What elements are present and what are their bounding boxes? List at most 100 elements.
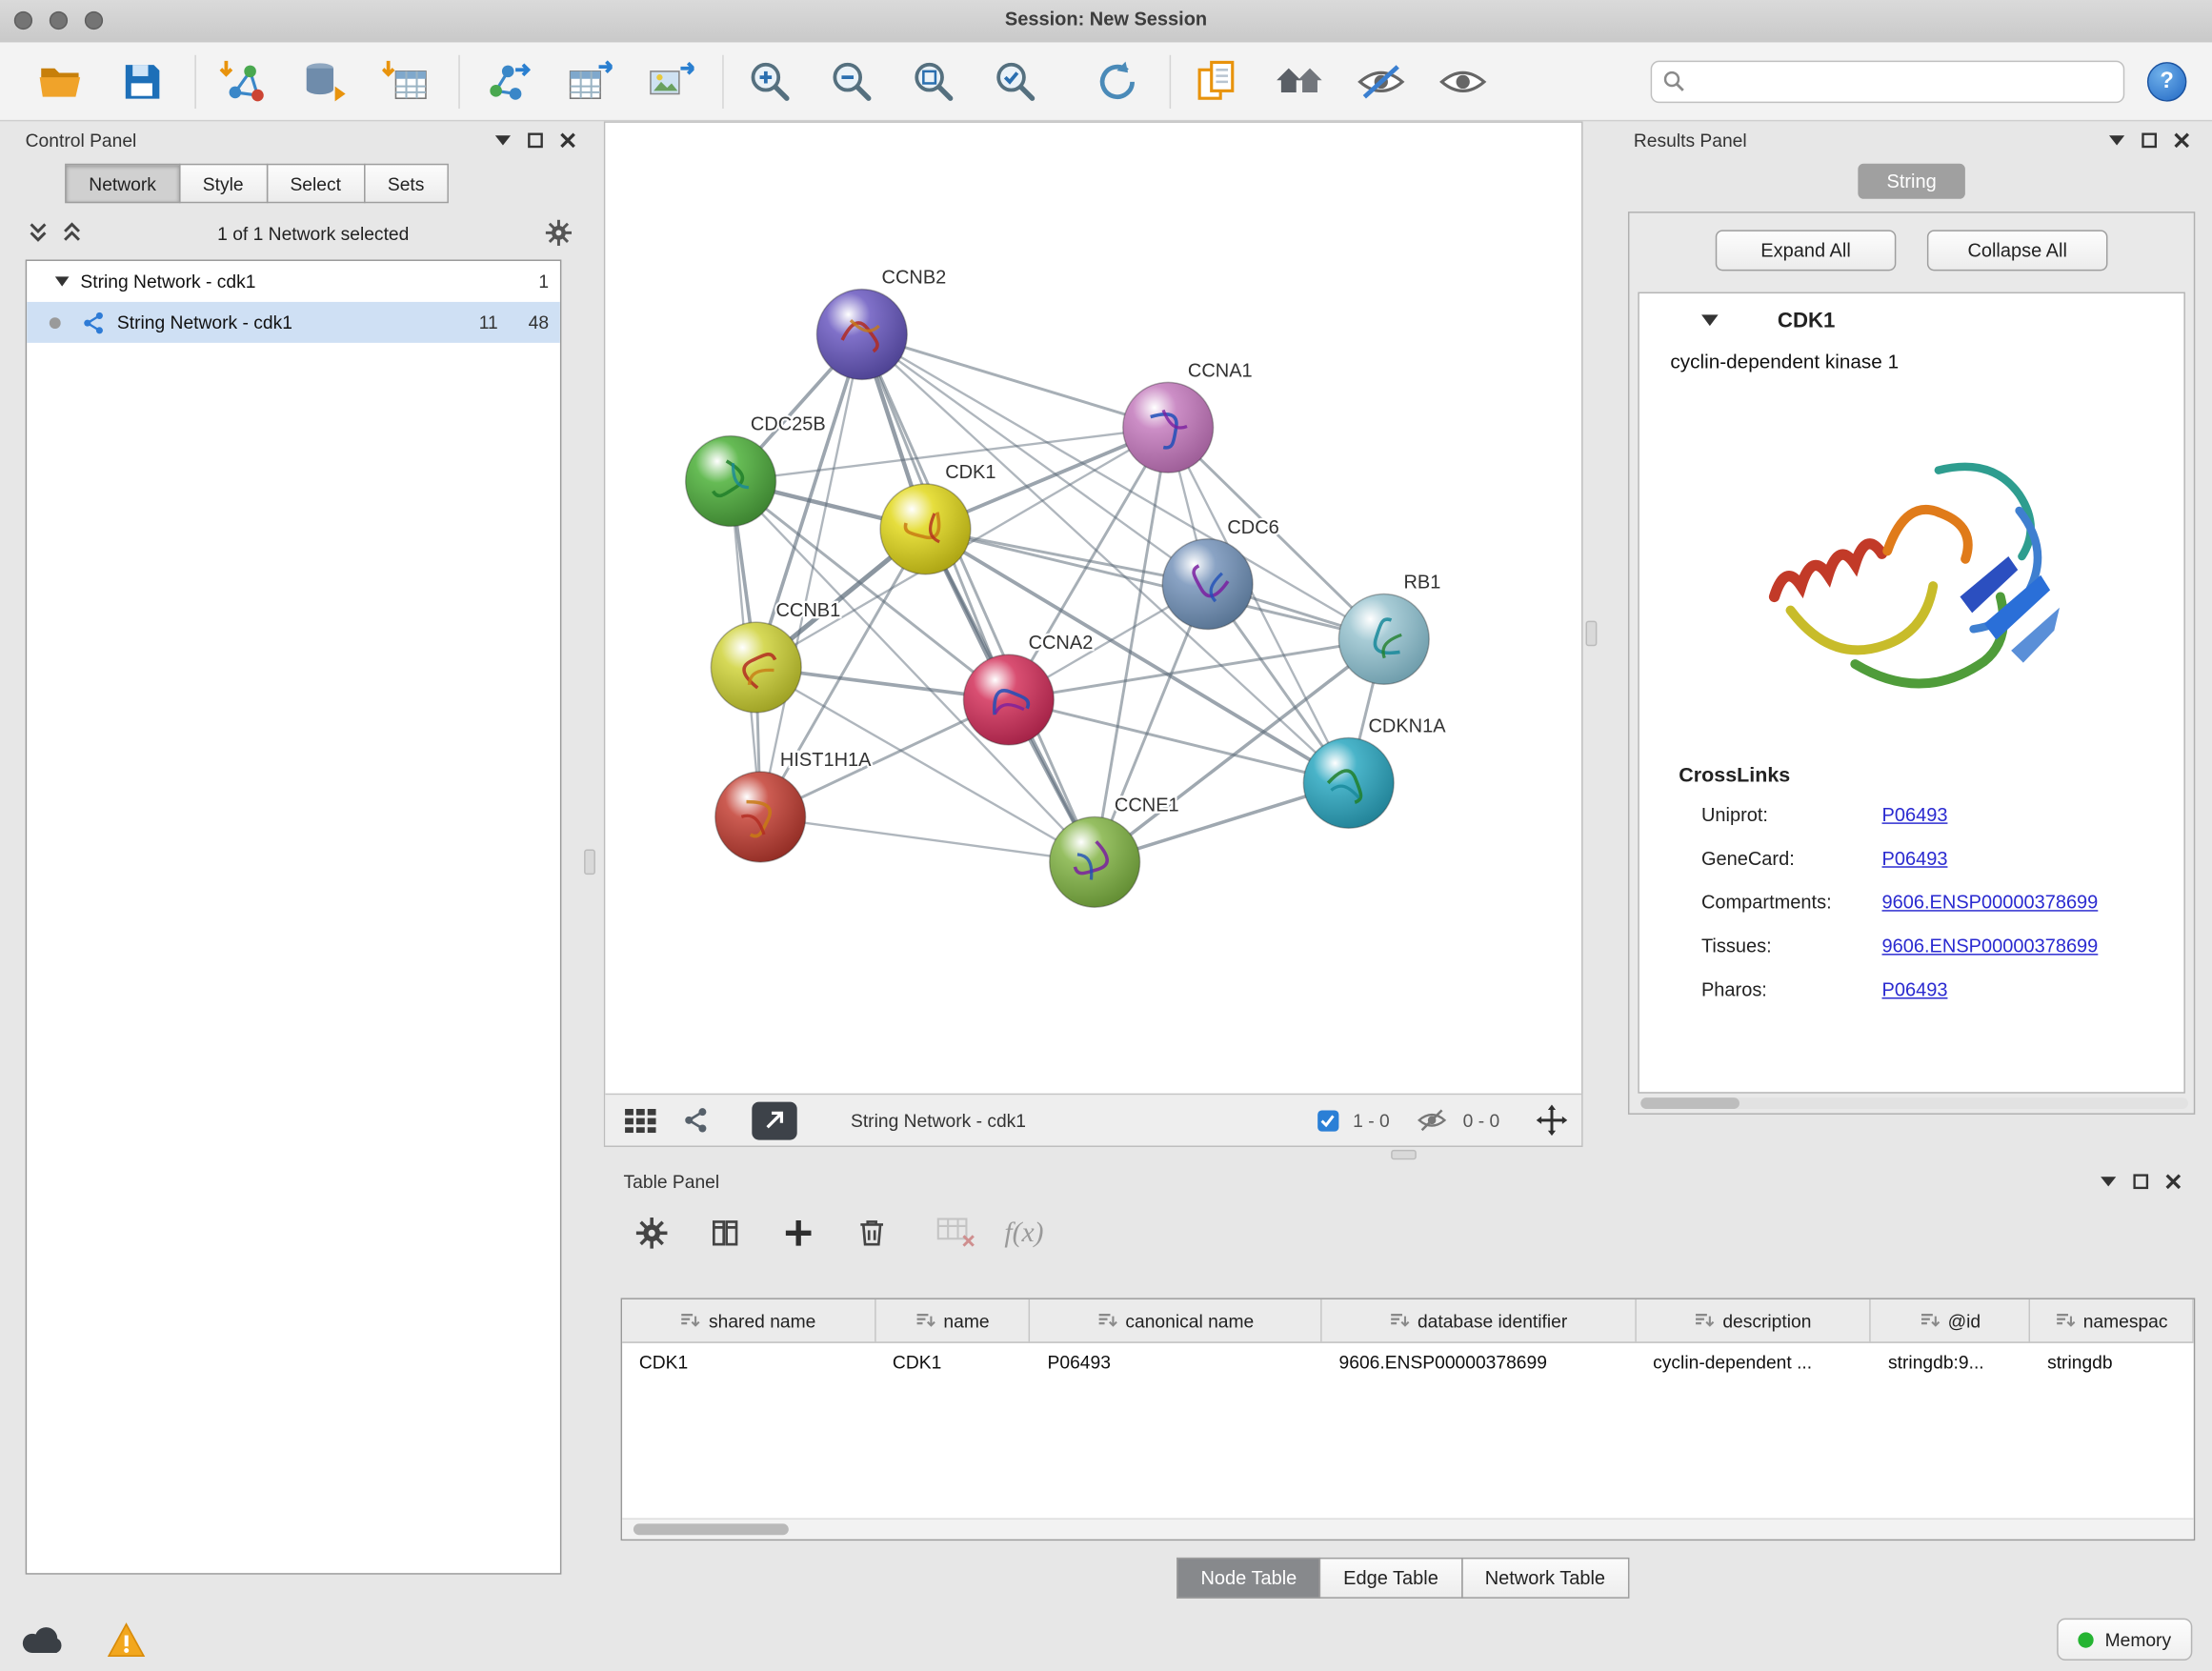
network-node-CCNB2[interactable]: CCNB2 (816, 268, 946, 380)
tab-string-results[interactable]: String (1859, 164, 1964, 199)
table-row[interactable]: CDK1CDK1P064939606.ENSP00000378699cyclin… (622, 1343, 2194, 1381)
table-horizontal-scrollbar[interactable] (622, 1518, 2194, 1539)
network-edge[interactable] (862, 334, 1168, 428)
show-all-button[interactable] (1431, 49, 1496, 113)
collapse-all-button[interactable]: Collapse All (1927, 230, 2108, 271)
network-node-HIST1H1A[interactable]: HIST1H1A (715, 750, 872, 862)
selected-items-checkbox[interactable] (1317, 1110, 1338, 1131)
column-header[interactable]: description (1636, 1299, 1871, 1341)
table-cell[interactable]: 9606.ENSP00000378699 (1322, 1343, 1637, 1381)
column-header[interactable]: namespac (2030, 1299, 2193, 1341)
import-network-from-file-button[interactable] (211, 49, 275, 113)
network-edge[interactable] (760, 334, 862, 816)
network-options-gear-icon[interactable] (545, 219, 573, 248)
show-columns-button[interactable] (700, 1208, 751, 1258)
titlebar: Session: New Session (0, 0, 2212, 44)
zoom-selected-button[interactable] (983, 49, 1048, 113)
hide-selected-button[interactable] (1349, 49, 1414, 113)
table-cell[interactable]: stringdb:9... (1871, 1343, 2030, 1381)
export-table-button[interactable] (555, 49, 620, 113)
panel-menu-icon[interactable] (2109, 134, 2124, 144)
close-panel-icon[interactable] (2165, 1173, 2181, 1188)
table-cell[interactable]: cyclin-dependent ... (1636, 1343, 1871, 1381)
column-header[interactable]: shared name (622, 1299, 875, 1341)
crosslink-link[interactable]: P06493 (1882, 848, 1948, 869)
birds-eye-view-button[interactable] (619, 1100, 661, 1139)
network-view[interactable]: CCNB2CCNA1CDC25BCDK1CDC6RB1CCNB1CCNA2CDK… (604, 121, 1583, 1147)
search-input[interactable] (1693, 70, 2112, 93)
tree-expander-icon[interactable] (55, 276, 70, 286)
table-cell[interactable]: stringdb (2030, 1343, 2193, 1381)
help-button[interactable]: ? (2147, 61, 2186, 100)
export-network-button[interactable] (474, 49, 539, 113)
tab-network[interactable]: Network (65, 164, 180, 203)
float-panel-icon[interactable] (2133, 1173, 2148, 1188)
table-cell[interactable]: CDK1 (875, 1343, 1031, 1381)
column-header[interactable]: canonical name (1031, 1299, 1322, 1341)
network-node-CDKN1A[interactable]: CDKN1A (1303, 716, 1446, 829)
splitter-handle[interactable] (1391, 1150, 1417, 1159)
network-row[interactable]: String Network - cdk1 11 48 (27, 302, 560, 343)
search-field[interactable] (1651, 60, 2125, 102)
network-node-RB1[interactable]: RB1 (1338, 573, 1440, 685)
network-options-button[interactable] (675, 1100, 717, 1139)
expand-all-networks-icon[interactable] (29, 222, 49, 245)
detach-view-button[interactable] (752, 1101, 796, 1139)
graphics-details-button[interactable] (1267, 49, 1332, 113)
float-panel-icon[interactable] (528, 131, 543, 147)
float-panel-icon[interactable] (2142, 131, 2157, 147)
tab-network-table[interactable]: Network Table (1461, 1558, 1630, 1599)
scrollbar-thumb[interactable] (1640, 1097, 1739, 1109)
expand-all-button[interactable]: Expand All (1716, 230, 1897, 271)
cloud-icon[interactable] (20, 1623, 68, 1656)
network-edge[interactable] (760, 816, 1095, 861)
network-node-CDK1[interactable]: CDK1 (880, 462, 995, 574)
tab-select[interactable]: Select (266, 164, 365, 203)
collapse-all-networks-icon[interactable] (62, 222, 82, 245)
zoom-out-button[interactable] (819, 49, 884, 113)
close-panel-icon[interactable] (2174, 131, 2189, 147)
warning-icon[interactable] (108, 1621, 146, 1657)
export-image-button[interactable] (637, 49, 702, 113)
function-builder-button[interactable]: f(x) (1004, 1217, 1043, 1249)
table-settings-button[interactable] (627, 1208, 677, 1258)
crosslink-link[interactable]: P06493 (1882, 979, 1948, 1000)
column-header[interactable]: @id (1871, 1299, 2030, 1341)
network-node-CCNB1[interactable]: CCNB1 (711, 600, 840, 713)
network-edge[interactable] (862, 334, 1095, 862)
zoom-in-button[interactable] (738, 49, 803, 113)
panel-menu-icon[interactable] (2101, 1176, 2116, 1185)
section-collapse-icon[interactable] (1701, 314, 1719, 326)
crosslink-link[interactable]: P06493 (1882, 804, 1948, 825)
refresh-view-button[interactable] (1085, 49, 1150, 113)
delete-column-button[interactable] (847, 1208, 897, 1258)
column-header[interactable]: name (875, 1299, 1031, 1341)
close-panel-icon[interactable] (560, 131, 575, 147)
results-horizontal-scrollbar[interactable] (1640, 1097, 2188, 1109)
tab-sets[interactable]: Sets (364, 164, 449, 203)
splitter-handle[interactable] (584, 850, 595, 876)
zoom-fit-button[interactable] (901, 49, 966, 113)
tab-node-table[interactable]: Node Table (1176, 1558, 1320, 1599)
create-column-button[interactable] (774, 1208, 824, 1258)
scrollbar-thumb[interactable] (633, 1523, 789, 1535)
table-cell[interactable]: CDK1 (622, 1343, 875, 1381)
import-table-from-file-button[interactable] (373, 49, 438, 113)
table-cell[interactable]: P06493 (1031, 1343, 1322, 1381)
pan-crosshair-icon[interactable] (1537, 1105, 1568, 1137)
panel-menu-icon[interactable] (495, 134, 511, 144)
clone-network-button[interactable] (1185, 49, 1250, 113)
network-node-CCNA1[interactable]: CCNA1 (1123, 360, 1253, 473)
crosslink-link[interactable]: 9606.ENSP00000378699 (1882, 936, 2099, 956)
network-canvas[interactable]: CCNB2CCNA1CDC25BCDK1CDC6RB1CCNB1CCNA2CDK… (605, 123, 1581, 1094)
splitter-handle[interactable] (1586, 621, 1598, 647)
import-network-from-database-button[interactable] (292, 49, 357, 113)
tab-style[interactable]: Style (179, 164, 268, 203)
column-header[interactable]: database identifier (1322, 1299, 1637, 1341)
save-session-button[interactable] (111, 49, 175, 113)
tab-edge-table[interactable]: Edge Table (1319, 1558, 1462, 1599)
open-session-button[interactable] (29, 49, 93, 113)
network-collection-row[interactable]: String Network - cdk1 1 (27, 261, 560, 302)
crosslink-link[interactable]: 9606.ENSP00000378699 (1882, 892, 2099, 913)
memory-button[interactable]: Memory (2057, 1619, 2192, 1661)
